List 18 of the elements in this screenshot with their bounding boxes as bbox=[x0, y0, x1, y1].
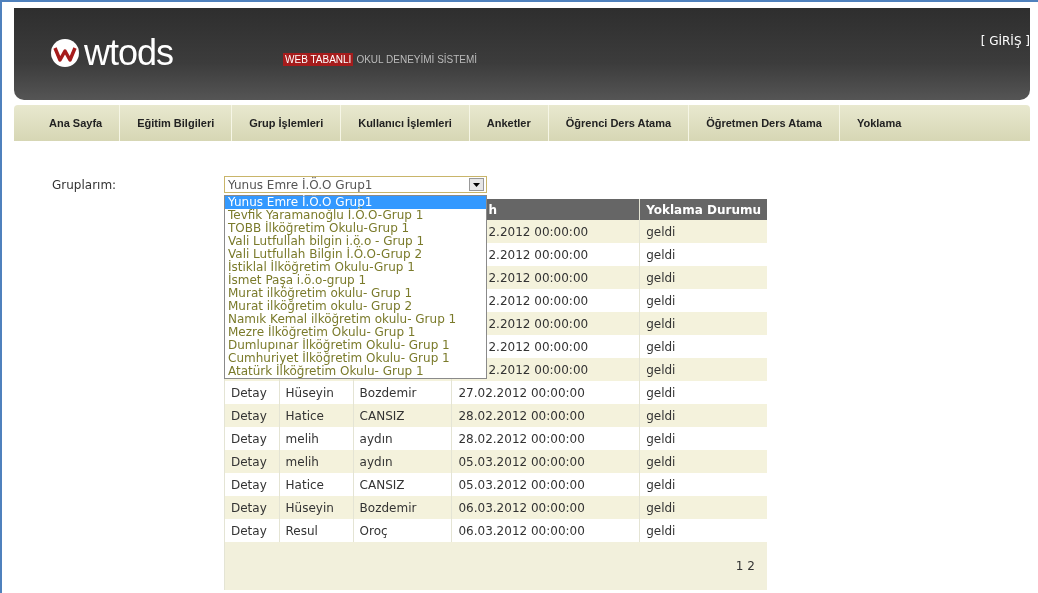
logo-text: wtods bbox=[84, 35, 174, 71]
nav-item[interactable]: Öğrenci Ders Atama bbox=[548, 105, 690, 141]
logo-icon bbox=[50, 38, 80, 68]
column-header: Yoklama Durumu bbox=[639, 199, 767, 220]
tagline-highlight: WEB TABANLI bbox=[283, 53, 354, 66]
nav-item[interactable]: Öğretmen Ders Atama bbox=[689, 105, 840, 141]
nav-item[interactable]: Anketler bbox=[469, 105, 549, 141]
nav-item[interactable]: Yoklama bbox=[839, 105, 919, 141]
page-link[interactable]: 2 bbox=[747, 559, 755, 573]
page-link[interactable]: 1 bbox=[735, 559, 744, 573]
nav-item[interactable]: Kullanıcı İşlemleri bbox=[341, 105, 470, 141]
group-select[interactable]: Yunus Emre İ.Ö.O Grup1 bbox=[224, 176, 487, 193]
group-label: Gruplarım: bbox=[52, 177, 118, 194]
tagline: OKUL DENEYİMİ SİSTEMİ bbox=[356, 54, 478, 65]
nav-item[interactable]: Eğitim Bilgileri bbox=[120, 105, 233, 141]
nav-item[interactable]: Grup İşlemleri bbox=[232, 105, 342, 141]
login-link[interactable]: [ GİRİŞ ] bbox=[980, 34, 1030, 48]
nav-item[interactable]: Ana Sayfa bbox=[32, 105, 121, 141]
